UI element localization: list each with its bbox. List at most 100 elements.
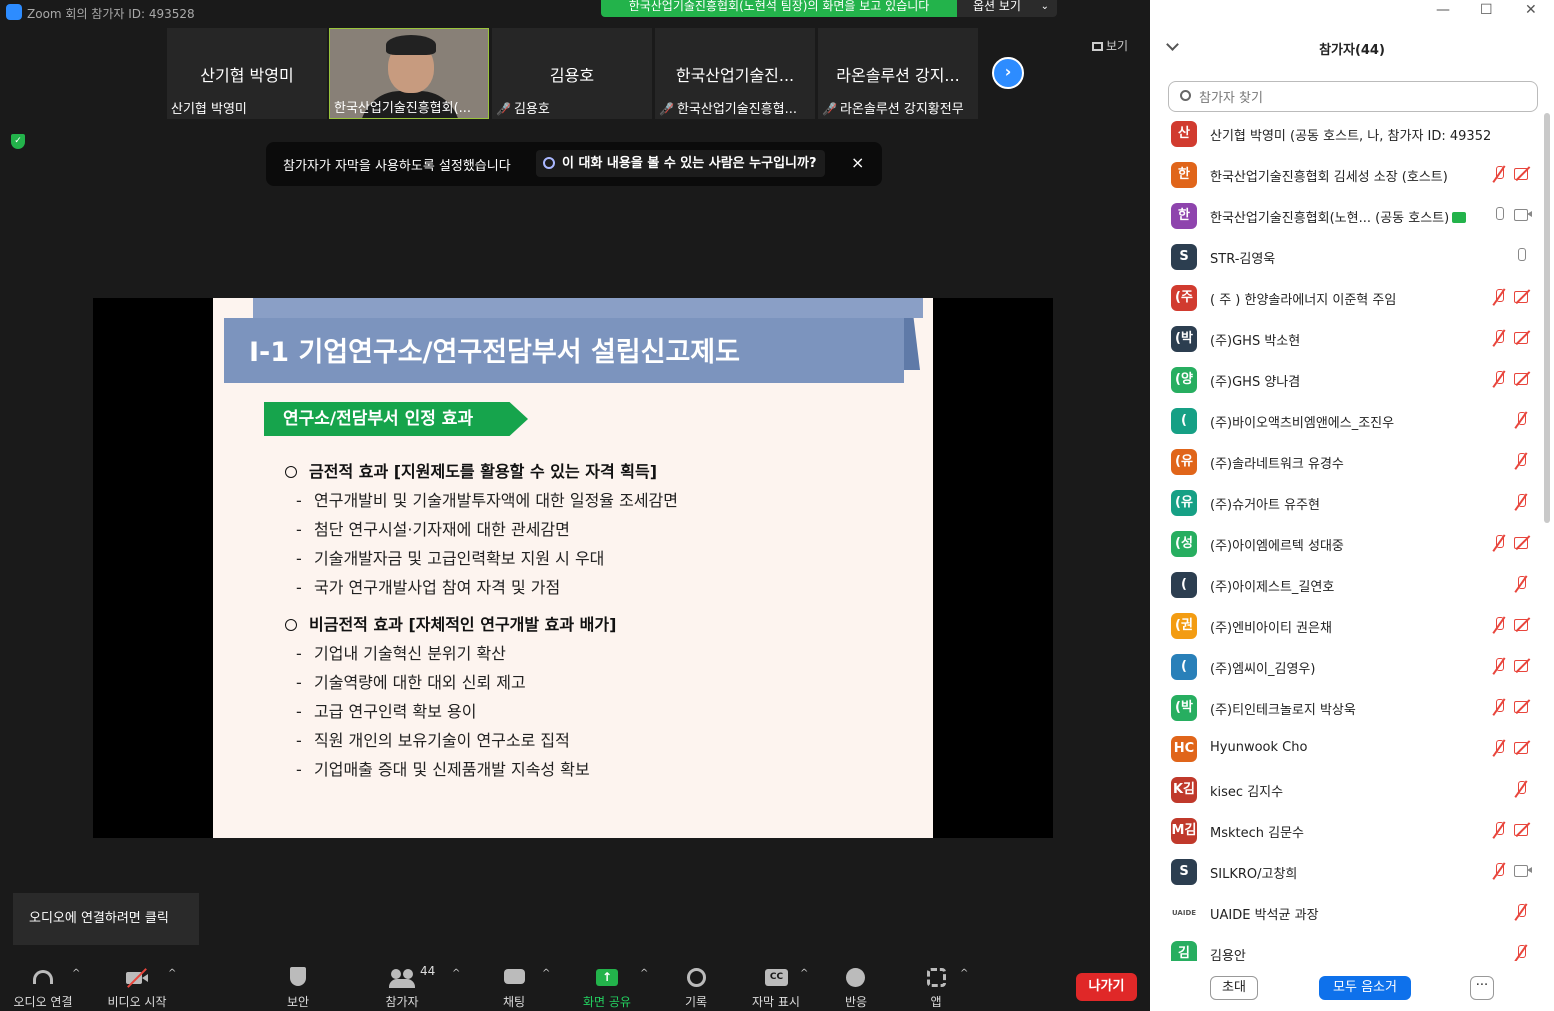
participant-row[interactable]: S SILKRO/고창희 xyxy=(1150,851,1542,892)
mute-all-button[interactable]: 모두 음소거 xyxy=(1319,976,1411,1000)
tile-display-name: 한국산업기술진... xyxy=(675,66,795,85)
avatar: ( xyxy=(1171,654,1197,680)
view-layout-button[interactable]: 보기 xyxy=(1092,37,1128,54)
view-options-button[interactable]: 옵션 보기 ⌄ xyxy=(957,0,1057,17)
participant-row[interactable]: (유 (주)슈거아트 유주현 xyxy=(1150,482,1542,523)
encryption-shield-icon[interactable]: ✓ xyxy=(11,134,25,149)
video-off-icon[interactable] xyxy=(1514,741,1532,754)
record-button[interactable]: 기록 xyxy=(670,964,722,1010)
microphone-icon[interactable] xyxy=(1492,207,1506,223)
participant-row[interactable]: (주 ( 주 ) 한양솔라에너지 이준혁 주임 xyxy=(1150,277,1542,318)
participant-row[interactable]: 한 한국산업기술진흥협회 김세성 소장 (호스트) xyxy=(1150,154,1542,195)
participant-row[interactable]: ((주)바이오액츠비엠앤에스_조진우 xyxy=(1150,400,1542,441)
mic-muted-icon[interactable] xyxy=(1492,330,1506,346)
apps-button[interactable]: 앱 xyxy=(910,964,962,1010)
mic-muted-icon[interactable] xyxy=(1492,166,1506,182)
participant-row[interactable]: S STR-김영욱 xyxy=(1150,236,1542,277)
mic-muted-icon[interactable] xyxy=(1492,371,1506,387)
video-tile-active[interactable]: 한국산업기술진흥협회(... xyxy=(329,28,489,119)
invite-button[interactable]: 초대 xyxy=(1210,976,1258,1000)
video-off-icon[interactable] xyxy=(1514,618,1532,631)
caret-up-icon[interactable]: ^ xyxy=(640,968,648,979)
participant-row[interactable]: UAIDE UAIDE 박석균 과장 xyxy=(1150,892,1542,933)
scrollbar[interactable] xyxy=(1544,113,1550,523)
caret-up-icon[interactable]: ^ xyxy=(452,968,460,979)
mic-muted-icon[interactable] xyxy=(1492,617,1506,633)
participant-row[interactable]: (양 (주)GHS 양나겸 xyxy=(1150,359,1542,400)
participant-row[interactable]: (박 (주)티인테크놀로지 박상욱 xyxy=(1150,687,1542,728)
caret-up-icon[interactable]: ^ xyxy=(960,968,968,979)
more-options-button[interactable]: ··· xyxy=(1470,976,1494,1000)
participant-row[interactable]: HC Hyunwook Cho xyxy=(1150,728,1542,769)
video-off-icon[interactable] xyxy=(1514,700,1532,713)
participant-row[interactable]: ((주)엠씨이_김영우) xyxy=(1150,646,1542,687)
close-icon[interactable]: ✕ xyxy=(1525,2,1537,18)
mic-muted-icon[interactable] xyxy=(1492,699,1506,715)
participant-row[interactable]: 산 산기협 박영미 (공동 호스트, 나, 참가자 ID: 493528) xyxy=(1150,113,1542,154)
chat-label: 채팅 xyxy=(502,995,526,1009)
video-off-icon[interactable] xyxy=(1514,331,1532,344)
screen-sharing-icon xyxy=(1452,212,1467,223)
maximize-icon[interactable]: ☐ xyxy=(1480,2,1493,18)
mic-muted-icon[interactable] xyxy=(1514,781,1528,797)
participant-search-input[interactable]: 참가자 찾기 xyxy=(1168,81,1538,112)
video-camera-icon[interactable] xyxy=(1514,864,1532,877)
audio-connect-tooltip[interactable]: 오디오에 연결하려면 클릭 xyxy=(13,893,199,945)
caret-up-icon[interactable]: ^ xyxy=(72,968,80,979)
participant-row[interactable]: 김 김용안 xyxy=(1150,933,1542,961)
participant-row[interactable]: (권 (주)엔비아이티 권은채 xyxy=(1150,605,1542,646)
mic-muted-icon[interactable] xyxy=(1492,863,1506,879)
person-icon xyxy=(543,157,555,169)
next-page-arrow-icon[interactable]: › xyxy=(992,57,1024,89)
mic-muted-icon[interactable] xyxy=(1514,945,1528,961)
minimize-icon[interactable]: — xyxy=(1436,2,1450,18)
video-off-icon[interactable] xyxy=(1514,167,1532,180)
apps-icon xyxy=(923,964,949,990)
avatar: 한 xyxy=(1171,203,1197,229)
audio-connect-button[interactable]: 오디오 연결 xyxy=(10,964,76,1010)
video-tile[interactable]: 한국산업기술진... 🎤̸ 한국산업기술진흥협... xyxy=(655,28,815,119)
mic-muted-icon[interactable] xyxy=(1514,453,1528,469)
video-off-icon[interactable] xyxy=(1514,823,1532,836)
mic-muted-icon[interactable] xyxy=(1492,658,1506,674)
mic-muted-icon[interactable] xyxy=(1514,576,1528,592)
participant-row[interactable]: ((주)아이제스트_길연호 xyxy=(1150,564,1542,605)
video-tile[interactable]: 김용호 🎤̸ 김용호 xyxy=(492,28,652,119)
video-off-icon[interactable] xyxy=(1514,372,1532,385)
close-icon[interactable]: × xyxy=(851,153,864,172)
video-off-icon[interactable] xyxy=(1514,659,1532,672)
caret-up-icon[interactable]: ^ xyxy=(168,968,176,979)
mic-muted-icon[interactable] xyxy=(1492,289,1506,305)
participant-row[interactable]: K김 kisec 김지수 xyxy=(1150,769,1542,810)
captions-button[interactable]: CC 자막 표시 xyxy=(746,964,806,1010)
participant-row[interactable]: M김 Msktech 김문수 xyxy=(1150,810,1542,851)
video-tile[interactable]: 산기협 박영미 산기협 박영미 xyxy=(167,28,327,119)
participant-row[interactable]: (유 (주)솔라네트워크 유경수 xyxy=(1150,441,1542,482)
shield-icon xyxy=(285,964,311,990)
mic-muted-icon[interactable] xyxy=(1514,904,1528,920)
microphone-icon[interactable] xyxy=(1514,248,1528,264)
participant-row[interactable]: 한 한국산업기술진흥협회(노현... (공동 호스트) xyxy=(1150,195,1542,236)
video-off-icon[interactable] xyxy=(1514,536,1532,549)
mic-muted-icon[interactable] xyxy=(1492,740,1506,756)
caret-up-icon[interactable]: ^ xyxy=(542,968,550,979)
start-video-button[interactable]: 비디오 시작 xyxy=(104,964,170,1010)
mic-muted-icon[interactable] xyxy=(1514,494,1528,510)
caption-who-can-see-button[interactable]: 이 대화 내용을 볼 수 있는 사람은 누구입니까? xyxy=(536,150,825,177)
security-button[interactable]: 보안 xyxy=(272,964,324,1010)
participant-row[interactable]: (성 (주)아이엠에르텍 성대중 xyxy=(1150,523,1542,564)
video-camera-icon[interactable] xyxy=(1514,208,1532,221)
caret-up-icon[interactable]: ^ xyxy=(800,968,808,979)
participant-row[interactable]: (박 (주)GHS 박소현 xyxy=(1150,318,1542,359)
mic-muted-icon[interactable] xyxy=(1514,412,1528,428)
tile-display-name: 김용호 xyxy=(549,66,595,85)
mic-muted-icon[interactable] xyxy=(1492,822,1506,838)
slide-decor-bar xyxy=(253,298,923,318)
video-off-icon[interactable] xyxy=(1514,290,1532,303)
video-tile[interactable]: 라온솔루션 강지... 🎤̸ 라온솔루션 강지황전무 xyxy=(818,28,978,119)
reactions-button[interactable]: 반응 xyxy=(830,964,882,1010)
mic-muted-icon[interactable] xyxy=(1492,535,1506,551)
chat-button[interactable]: 채팅 xyxy=(488,964,540,1010)
leave-button[interactable]: 나가기 xyxy=(1076,973,1137,1001)
share-screen-button[interactable]: ↑ 화면 공유 xyxy=(576,964,638,1010)
